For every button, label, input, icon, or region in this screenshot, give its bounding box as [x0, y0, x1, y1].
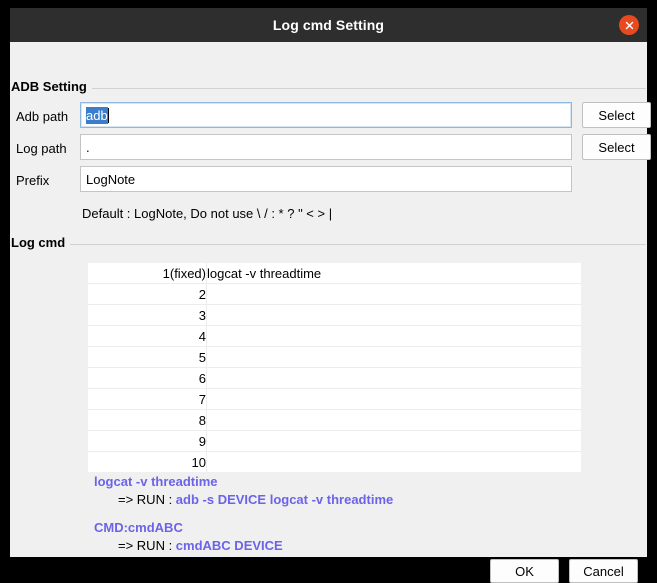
table-cell-command[interactable] [206, 409, 581, 431]
table-row[interactable]: 7 [88, 388, 581, 410]
close-icon[interactable] [619, 15, 639, 35]
dialog-window: Log cmd Setting ADB Setting Adb path adb… [10, 8, 651, 583]
log-path-select-button[interactable]: Select [582, 134, 651, 160]
table-row[interactable]: 4 [88, 325, 581, 347]
dialog-content: ADB Setting Adb path adb Select Log path… [10, 42, 651, 583]
table-row[interactable]: 5 [88, 346, 581, 368]
adb-path-select-button[interactable]: Select [582, 102, 651, 128]
label-prefix: Prefix [16, 173, 50, 188]
help-run-prefix: => RUN : [118, 492, 176, 507]
table-cell-index: 2 [88, 283, 207, 305]
table-row[interactable]: 3 [88, 304, 581, 326]
adb-path-input[interactable]: adb [80, 102, 572, 128]
help-heading: logcat -v threadtime [94, 474, 218, 489]
log-path-value: . [86, 139, 90, 155]
help-heading: CMD:cmdABC [94, 520, 183, 535]
table-cell-command[interactable] [206, 346, 581, 368]
group-title-log-cmd: Log cmd [11, 235, 71, 250]
table-cell-index: 3 [88, 304, 207, 326]
table-cell-command[interactable] [206, 325, 581, 347]
help-run-line: => RUN : cmdABC DEVICE [94, 537, 594, 555]
table-row[interactable]: 8 [88, 409, 581, 431]
help-spacer [94, 509, 594, 519]
help-run-line: => RUN : adb -s DEVICE logcat -v threadt… [94, 491, 594, 509]
table-cell-command[interactable]: logcat -v threadtime [206, 263, 581, 284]
table-cell-index: 1(fixed) [88, 263, 207, 284]
group-divider-log-cmd [11, 244, 646, 245]
table-cell-index: 9 [88, 430, 207, 452]
help-run-command: adb -s DEVICE logcat -v threadtime [175, 492, 394, 507]
text-caret [107, 107, 109, 123]
adb-path-value: adb [86, 106, 108, 124]
table-row[interactable]: 6 [88, 367, 581, 389]
prefix-input[interactable]: LogNote [80, 166, 572, 192]
table-row[interactable]: 10 [88, 451, 582, 473]
cancel-button[interactable]: Cancel [569, 559, 638, 583]
help-run-command: cmdABC DEVICE [175, 538, 283, 553]
table-row[interactable]: 1(fixed) logcat -v threadtime [88, 263, 581, 284]
table-cell-command[interactable] [206, 283, 581, 305]
table-cell-command[interactable] [206, 430, 581, 452]
table-cell-command[interactable] [206, 304, 581, 326]
table-cell-index: 8 [88, 409, 207, 431]
help-run-prefix: => RUN : [118, 538, 176, 553]
prefix-value: LogNote [86, 171, 136, 187]
title-bar: Log cmd Setting [10, 8, 647, 42]
group-divider-adb-setting [11, 88, 646, 89]
table-cell-index: 4 [88, 325, 207, 347]
table-row[interactable]: 9 [88, 430, 581, 452]
table-cell-command[interactable] [207, 452, 582, 473]
window-title: Log cmd Setting [272, 17, 385, 33]
group-title-adb-setting: ADB Setting [11, 79, 92, 94]
label-adb-path: Adb path [16, 109, 69, 124]
label-log-path: Log path [16, 141, 67, 156]
table-cell-command[interactable] [206, 388, 581, 410]
table-cell-index: 10 [88, 451, 207, 472]
help-block: logcat -v threadtime => RUN : adb -s DEVI… [94, 473, 594, 555]
close-glyph [625, 21, 633, 29]
prefix-hint-text: Default : LogNote, Do not use \ / : * ? … [82, 206, 333, 221]
table-cell-command[interactable] [206, 367, 581, 389]
ok-button[interactable]: OK [490, 559, 559, 583]
log-path-input[interactable]: . [80, 134, 572, 160]
table-cell-index: 7 [88, 388, 207, 410]
table-row[interactable]: 2 [88, 283, 581, 305]
table-cell-index: 5 [88, 346, 207, 368]
table-cell-index: 6 [88, 367, 207, 389]
log-cmd-table-body: 1(fixed) logcat -v threadtime 2 3 4 5 6 7 8 9 10 [88, 263, 581, 472]
log-cmd-table[interactable]: 1(fixed) logcat -v threadtime 2 3 4 5 6 7 8 9 10 [88, 263, 581, 472]
